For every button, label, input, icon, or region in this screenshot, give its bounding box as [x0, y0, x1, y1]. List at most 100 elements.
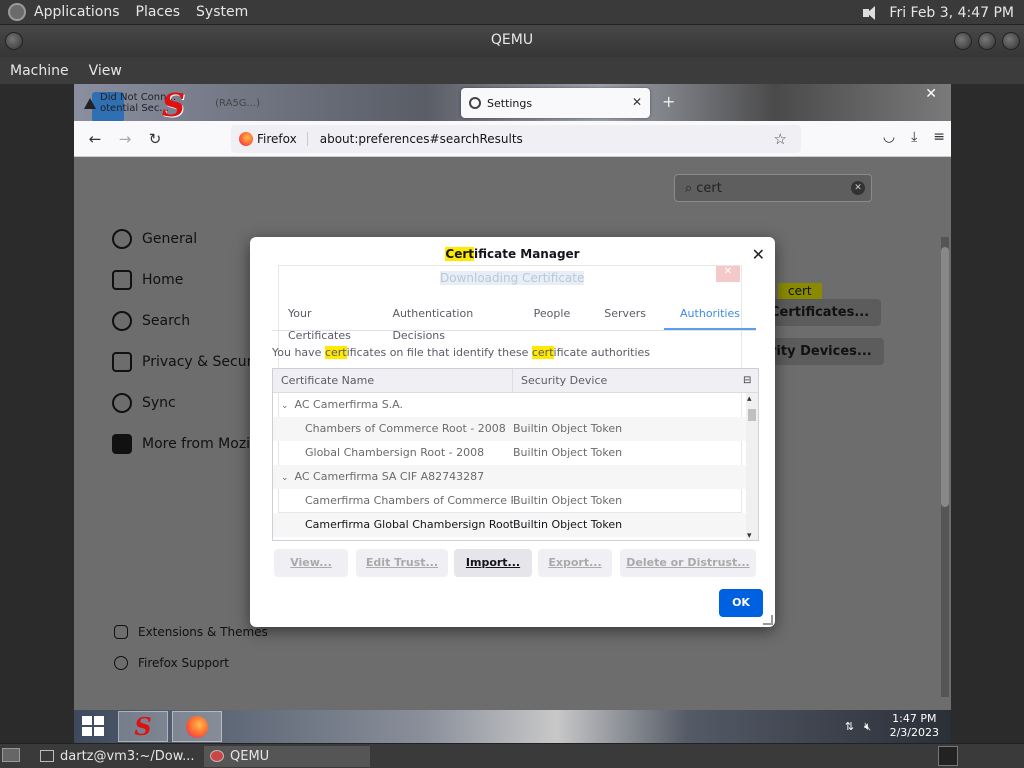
show-desktop-icon[interactable]: [2, 748, 20, 762]
tab-strip: Did Not Conn... otential Sec... (RA5G...…: [74, 84, 951, 122]
tree-scrollbar[interactable]: ▴ ▾: [746, 393, 758, 540]
delete-distrust-button[interactable]: Delete or Distrust...: [620, 549, 756, 577]
view-certificates-button[interactable]: Certificates...: [770, 299, 882, 326]
minimize-button[interactable]: [954, 32, 972, 50]
downloads-icon[interactable]: ⤓: [911, 129, 917, 145]
system-menu[interactable]: System: [188, 0, 256, 25]
tab-settings[interactable]: Settings ✕: [461, 88, 650, 118]
tree-row[interactable]: Camerfirma Chambers of Commerce Root Bui…: [273, 489, 758, 513]
guest-time: 1:47 PM: [892, 712, 937, 725]
sidebar-item-general[interactable]: General: [112, 229, 197, 249]
sidebar-item-label: Firefox Support: [138, 656, 229, 670]
maximize-button[interactable]: [978, 32, 996, 50]
button-label: rity Devices...: [770, 344, 872, 359]
applications-menu[interactable]: Applications: [26, 0, 128, 25]
guest-clock[interactable]: 1:47 PM 2/3/2023: [890, 712, 939, 740]
tab-bar: Your Certificates Authentication Decisio…: [272, 303, 756, 342]
url-text[interactable]: about:preferences#searchResults: [320, 132, 523, 146]
tree-row[interactable]: Chambers of Commerce Root - 2008 Builtin…: [273, 417, 758, 441]
tree-row[interactable]: Camerfirma Global Chambersign Root Built…: [273, 513, 758, 537]
chevron-down-icon[interactable]: ⌄: [281, 401, 289, 411]
tab-authentication-decisions[interactable]: Authentication Decisions: [376, 303, 499, 342]
tab-people[interactable]: People: [518, 303, 571, 330]
view-button[interactable]: View...: [274, 549, 348, 577]
certificate-tree[interactable]: Certificate Name Security Device ⊟ ⌄ AC C…: [272, 368, 759, 541]
sidebar-item-home[interactable]: Home: [112, 270, 183, 290]
taskbar-s-app-icon[interactable]: S: [118, 711, 168, 742]
pocket-icon[interactable]: ◡: [883, 129, 895, 145]
clock[interactable]: Fri Feb 3, 4:47 PM: [889, 5, 1014, 21]
page-scrollbar-thumb[interactable]: [941, 247, 949, 507]
search-highlight: cert: [778, 283, 822, 299]
ghost-close-icon: ✕: [716, 266, 740, 282]
settings-search-input[interactable]: ⌕ cert ✕: [674, 174, 872, 202]
reload-icon[interactable]: ↻: [140, 130, 170, 148]
tab-your-certificates[interactable]: Your Certificates: [272, 303, 358, 342]
sidebar-item-mozilla[interactable]: More from Mozilla: [112, 434, 266, 454]
tree-row[interactable]: ⌄ AC Camerfirma SA CIF A82743287: [273, 465, 758, 489]
sidebar-item-extensions[interactable]: Extensions & Themes: [114, 625, 268, 639]
window-menu-button[interactable]: [5, 32, 23, 50]
sidebar-item-label: Home: [142, 272, 184, 288]
firefox-icon: [186, 716, 208, 738]
sidebar-item-support[interactable]: Firefox Support: [114, 656, 229, 670]
column-header-device[interactable]: Security Device: [513, 369, 743, 392]
cert-device: Builtin Object Token: [513, 494, 623, 507]
column-picker-icon[interactable]: ⊟: [743, 369, 755, 392]
lock-icon: [112, 352, 132, 372]
taskbar-terminal[interactable]: dartz@vm3:~/Dow...: [34, 746, 200, 767]
qemu-tray-icon[interactable]: [938, 746, 958, 766]
tree-row[interactable]: ⌄ AC Camerfirma S.A.: [273, 393, 758, 417]
url-bar[interactable]: Firefox about:preferences#searchResults …: [231, 125, 801, 153]
taskbar-firefox-button[interactable]: [172, 711, 222, 742]
resize-grip-icon[interactable]: [763, 615, 773, 625]
tree-row[interactable]: Global Chambersign Root - 2008 Builtin O…: [273, 441, 758, 465]
bookmark-star-icon[interactable]: ☆: [774, 130, 787, 148]
cert-name: AC Camerfirma S.A.: [294, 398, 403, 411]
gear-icon: [112, 229, 132, 249]
desc-part: You have: [272, 346, 325, 359]
windows-start-icon[interactable]: [82, 716, 106, 738]
sync-icon: [112, 393, 132, 413]
tab-authorities[interactable]: Authorities: [664, 303, 756, 330]
machine-menu[interactable]: Machine: [0, 63, 79, 79]
close-icon[interactable]: ✕: [632, 95, 642, 109]
ok-button[interactable]: OK: [719, 589, 763, 617]
tree-scrollbar-thumb[interactable]: [748, 409, 756, 421]
guest-date: 2/3/2023: [889, 726, 939, 739]
edit-trust-button[interactable]: Edit Trust...: [356, 549, 448, 577]
new-tab-icon[interactable]: +: [662, 92, 675, 111]
volume-muted-icon[interactable]: 🔇︎: [864, 720, 871, 734]
gear-icon: [469, 97, 481, 109]
volume-icon[interactable]: [863, 5, 881, 21]
export-button[interactable]: Export...: [538, 549, 612, 577]
view-menu[interactable]: View: [79, 63, 132, 79]
tab-extra: (RA5G...): [215, 97, 260, 109]
column-header-name[interactable]: Certificate Name: [273, 369, 513, 392]
taskbar-qemu[interactable]: QEMU: [204, 746, 370, 767]
certificate-manager-dialog: Certificate Manager ✕ Downloading Certif…: [250, 237, 775, 627]
button-label: Certificates...: [770, 305, 870, 320]
gnome-logo-icon[interactable]: [8, 3, 26, 21]
search-icon: ⌕: [685, 180, 693, 196]
chevron-down-icon[interactable]: ⌄: [281, 473, 289, 483]
tab-servers[interactable]: Servers: [588, 303, 646, 330]
back-icon[interactable]: ←: [80, 130, 110, 148]
sidebar-item-sync[interactable]: Sync: [112, 393, 176, 413]
cert-name: Chambers of Commerce Root - 2008: [305, 422, 506, 435]
chevron-up-icon[interactable]: ▴: [747, 394, 752, 404]
tab-label: Settings: [487, 96, 533, 110]
forward-icon[interactable]: →: [110, 130, 140, 148]
sidebar-item-privacy[interactable]: Privacy & Security: [112, 352, 270, 372]
sidebar-item-search[interactable]: Search: [112, 311, 190, 331]
places-menu[interactable]: Places: [128, 0, 189, 25]
clear-search-icon[interactable]: ✕: [851, 181, 865, 195]
network-icon[interactable]: ⇅: [845, 720, 854, 734]
security-devices-button[interactable]: rity Devices...: [770, 338, 884, 365]
import-button[interactable]: Import...: [454, 549, 532, 577]
close-icon[interactable]: ✕: [752, 245, 765, 264]
close-window-icon[interactable]: ✕: [925, 86, 937, 102]
close-button[interactable]: [1002, 32, 1020, 50]
chevron-down-icon[interactable]: ▾: [747, 531, 752, 540]
hamburger-menu-icon[interactable]: ≡: [933, 129, 945, 145]
